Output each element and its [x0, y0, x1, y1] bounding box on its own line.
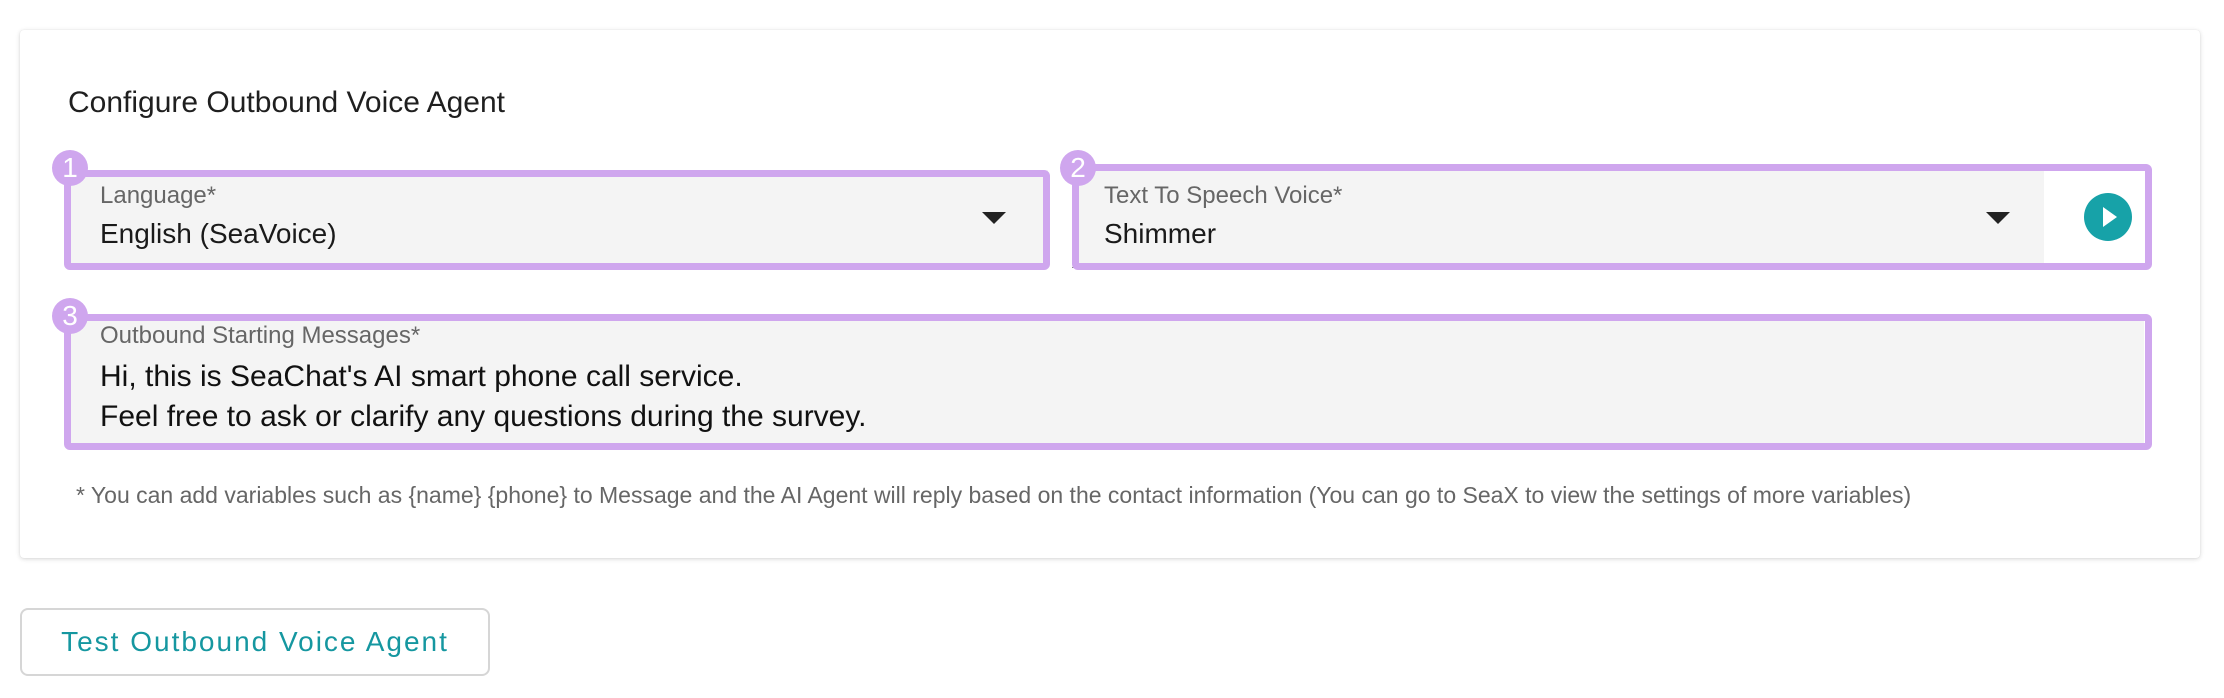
annotation-badge: 1: [52, 150, 88, 186]
annotation-badge: 3: [52, 298, 88, 334]
required-mark: *: [1333, 182, 1343, 209]
play-icon: [2103, 207, 2117, 227]
card-title: Configure Outbound Voice Agent: [68, 86, 505, 119]
chevron-down-icon: [982, 212, 1006, 224]
language-label: Language: [100, 182, 207, 209]
annotation-badge: 2: [1060, 150, 1096, 186]
language-value: English (SeaVoice): [100, 218, 337, 249]
required-mark: *: [410, 322, 421, 349]
message-line: Feel free to ask or clarify any question…: [100, 400, 867, 433]
message-line: Hi, this is SeaChat's AI smart phone cal…: [100, 360, 743, 393]
voice-label: Text To Speech Voice: [1104, 182, 1334, 209]
voice-value: Shimmer: [1104, 218, 1217, 249]
messages-label: Outbound Starting Messages: [100, 322, 411, 349]
chevron-down-icon: [1986, 212, 2010, 224]
required-mark: *: [206, 182, 217, 209]
voice-select[interactable]: Text To Speech Voice* Shimmer: [1072, 170, 2044, 268]
language-select[interactable]: Language* English (SeaVoice): [68, 170, 1048, 268]
test-outbound-voice-agent-button[interactable]: Test Outbound Voice Agent: [20, 608, 490, 676]
play-voice-button[interactable]: [2084, 193, 2132, 241]
variables-hint: * You can add variables such as {name} {…: [76, 482, 1912, 508]
